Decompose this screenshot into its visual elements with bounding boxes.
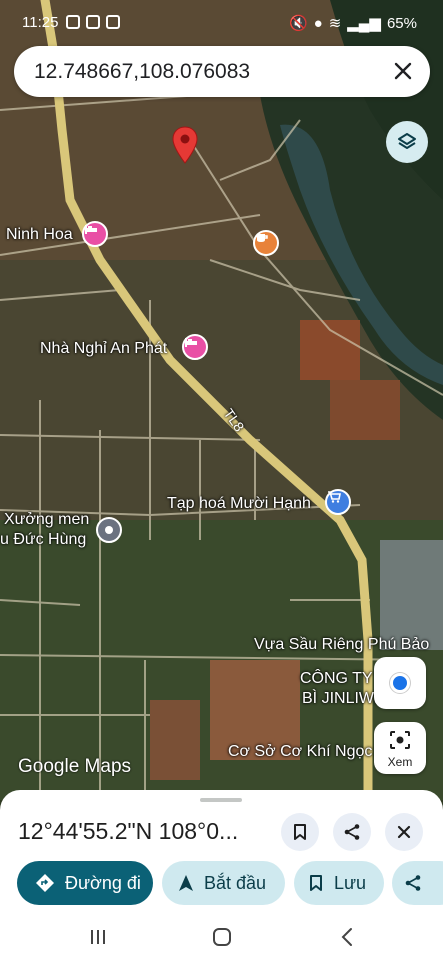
- place-label-nha-nghi[interactable]: Nhà Nghỉ An Phát: [40, 340, 167, 358]
- shopping-cart-icon[interactable]: [325, 489, 351, 515]
- place-label-ninh-hoa[interactable]: Ninh Hoa: [6, 226, 73, 244]
- layers-button[interactable]: [386, 121, 428, 163]
- location-status-icon: ●: [313, 14, 323, 32]
- share-icon: [344, 824, 360, 840]
- battery-text: 65%: [386, 14, 417, 32]
- close-sheet-button[interactable]: [385, 813, 423, 851]
- place-label-xuong-men[interactable]: Xưởng men: [4, 511, 89, 529]
- search-input[interactable]: 12.748667,108.076083: [34, 60, 250, 84]
- lens-button[interactable]: Xem: [374, 722, 426, 774]
- place-label-vua-sau-rieng[interactable]: Vựa Sầu Riêng Phú Bảo: [254, 636, 429, 654]
- location-pin-icon[interactable]: [172, 126, 198, 164]
- my-location-button[interactable]: [374, 657, 426, 709]
- google-maps-logo: Google Maps: [18, 756, 132, 777]
- place-marker-icon[interactable]: [96, 517, 122, 543]
- recent-apps-button[interactable]: [88, 927, 108, 947]
- signal-icon: ▂▄▆: [347, 15, 381, 32]
- camera-lens-icon: [390, 731, 410, 749]
- place-title: 12°44'55.2"N 108°0...: [18, 818, 239, 844]
- recent-apps-icon: [91, 930, 105, 944]
- mute-icon: 🔇: [288, 15, 308, 32]
- wifi-icon: ≋: [328, 15, 342, 32]
- search-bar[interactable]: 12.748667,108.076083: [14, 46, 430, 97]
- check-notification-icon: [106, 15, 120, 29]
- start-label: Bắt đầu: [204, 872, 267, 893]
- layers-icon: [398, 133, 416, 149]
- gallery-notification-icon: [66, 15, 80, 29]
- notification-icons: [66, 15, 120, 29]
- close-icon: [397, 825, 411, 839]
- my-location-icon: [390, 673, 410, 693]
- share-button[interactable]: [333, 813, 371, 851]
- back-icon: [341, 928, 352, 946]
- save-label: Lưu: [334, 872, 367, 893]
- bottom-sheet[interactable]: 12°44'55.2"N 108°0... Đường đi Bắt đầu L…: [0, 790, 443, 960]
- navigation-arrow-icon: [179, 875, 193, 891]
- zalo-notification-icon: [86, 15, 100, 29]
- home-button[interactable]: [212, 927, 232, 947]
- bookmark-icon: [310, 875, 322, 891]
- drag-handle[interactable]: [200, 798, 242, 802]
- hotel-icon[interactable]: [182, 334, 208, 360]
- lens-label: Xem: [387, 755, 413, 769]
- place-label-co-so[interactable]: Cơ Sở Cơ Khí Ngọc: [228, 743, 372, 761]
- status-bar: 11:25 🔇 ● ≋ ▂▄▆ 65%: [0, 0, 443, 44]
- place-label-tap-hoa[interactable]: Tạp hoá Mười Hạnh: [167, 495, 311, 513]
- close-icon: [394, 62, 412, 80]
- share-icon: [405, 875, 421, 891]
- start-button[interactable]: Bắt đầu: [162, 861, 285, 905]
- place-label-xuong-men-line2[interactable]: u Đức Hùng: [0, 531, 86, 549]
- cafe-icon[interactable]: [253, 230, 279, 256]
- hotel-icon[interactable]: [82, 221, 108, 247]
- back-button[interactable]: [338, 927, 358, 947]
- system-nav-bar: [0, 915, 443, 960]
- home-icon: [213, 928, 231, 946]
- save-icon-button[interactable]: [281, 813, 319, 851]
- share-chip-button[interactable]: [392, 861, 443, 905]
- status-time: 11:25: [22, 14, 59, 31]
- clear-search-button[interactable]: [390, 58, 416, 84]
- directions-label: Đường đi: [65, 872, 141, 893]
- place-label-cong-ty-line2[interactable]: BÌ JINLIWE: [302, 690, 385, 708]
- bookmark-icon: [294, 824, 306, 840]
- directions-icon: [36, 874, 54, 892]
- directions-button[interactable]: Đường đi: [17, 861, 153, 905]
- place-label-cong-ty[interactable]: CÔNG TY: [300, 670, 373, 688]
- save-button[interactable]: Lưu: [294, 861, 384, 905]
- status-right: 🔇 ● ≋ ▂▄▆ 65%: [288, 14, 417, 33]
